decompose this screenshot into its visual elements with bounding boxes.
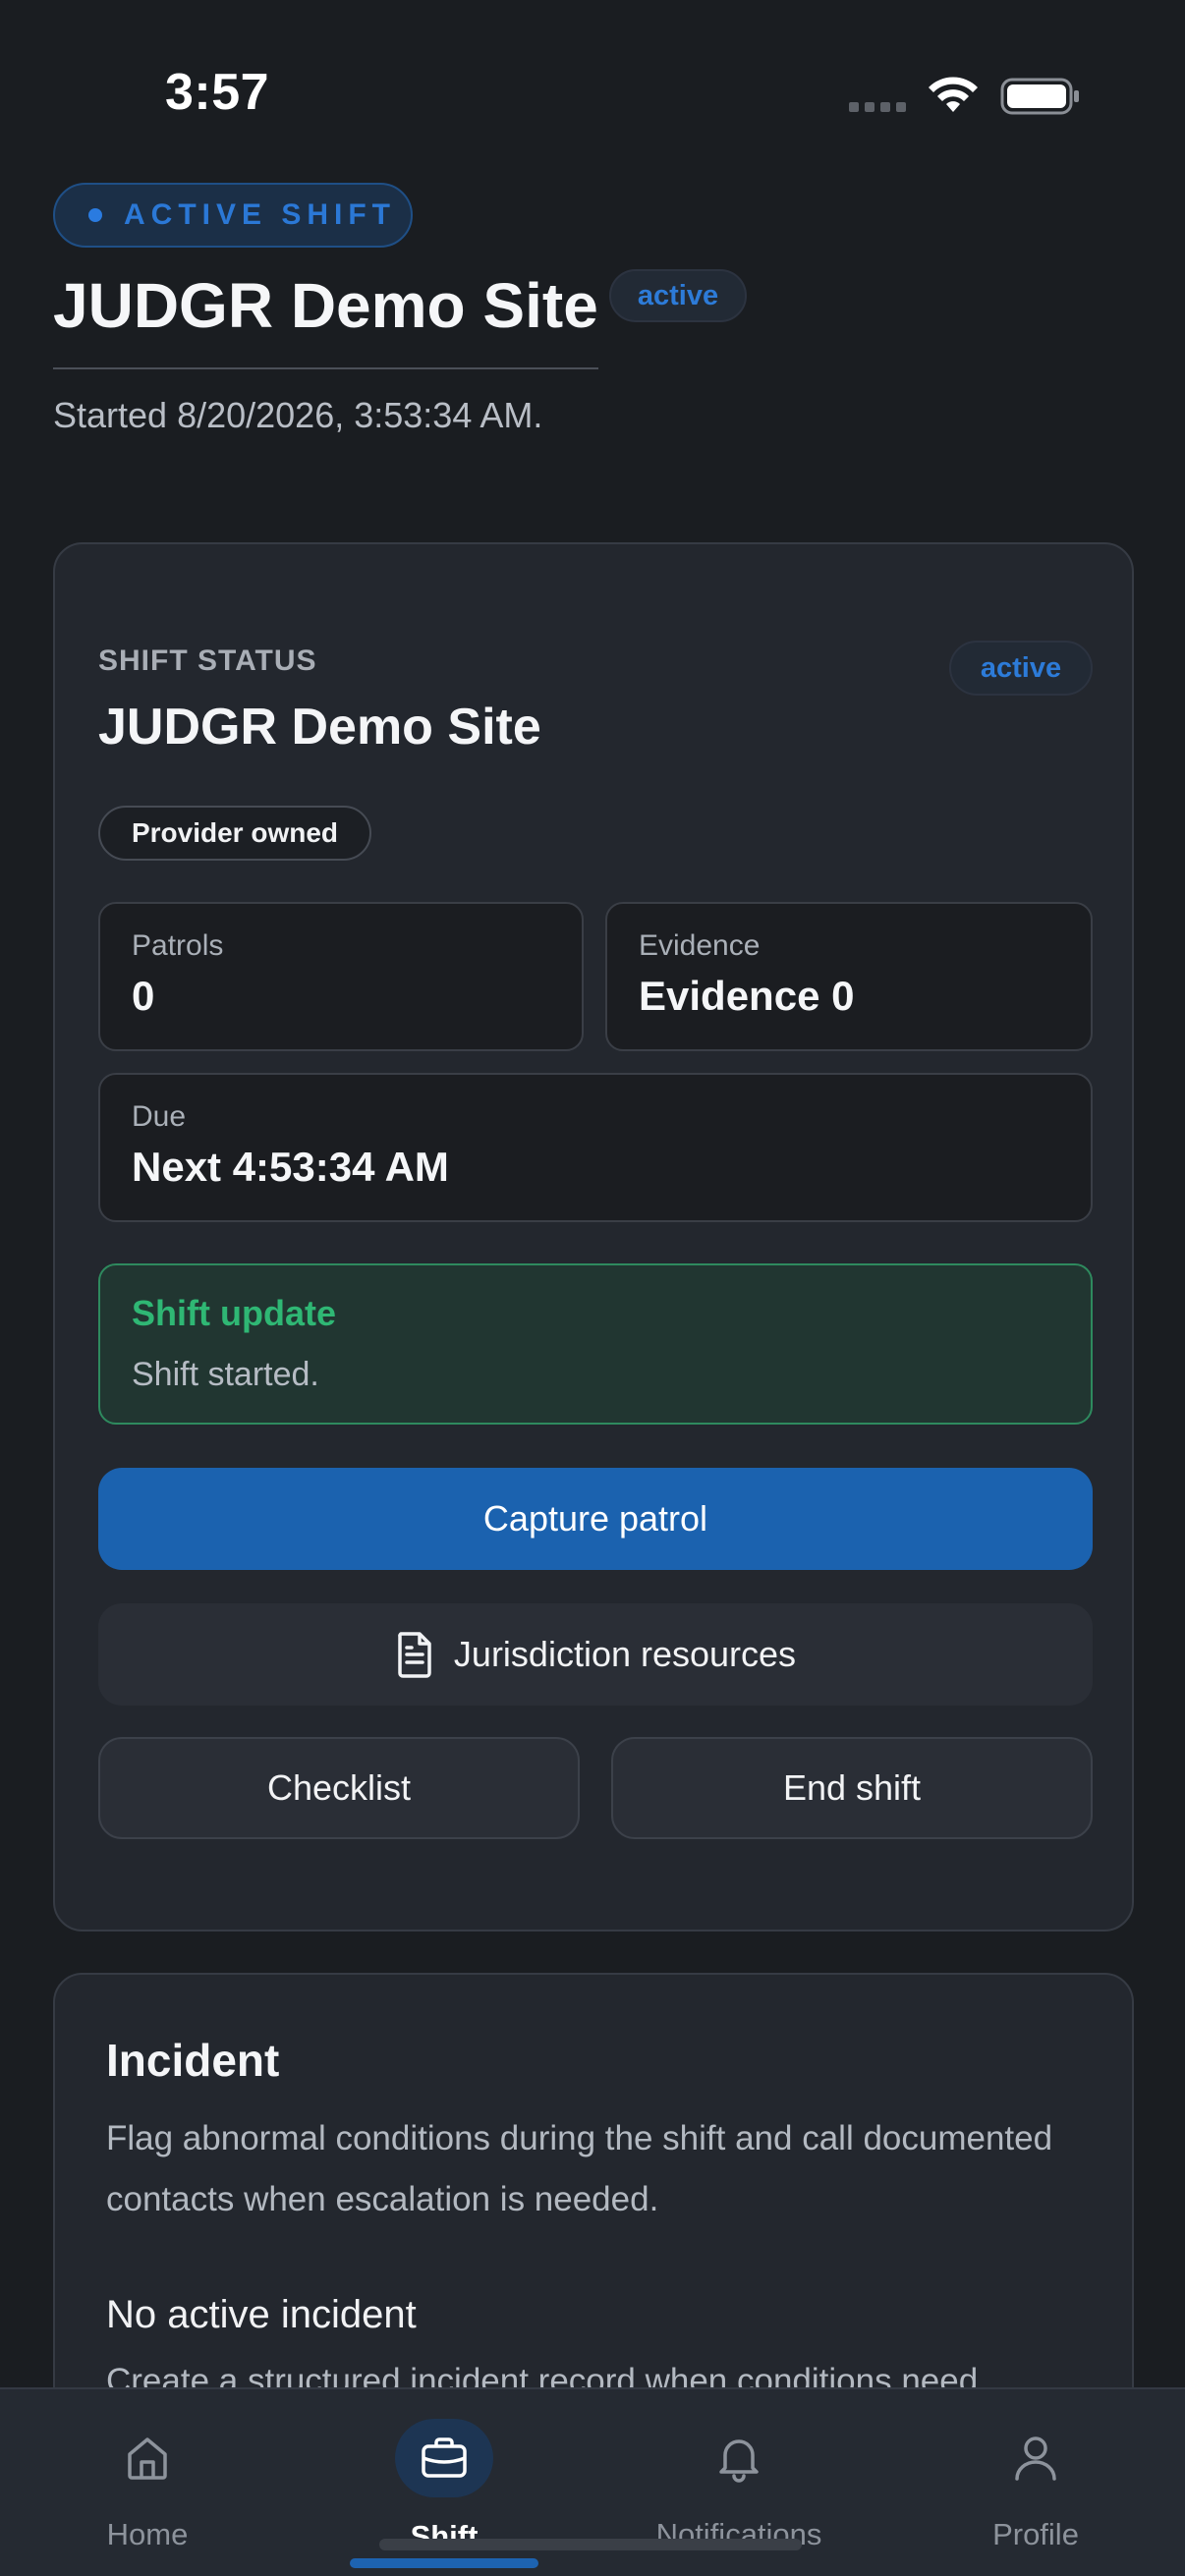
capture-patrol-button[interactable]: Capture patrol — [98, 1468, 1093, 1570]
briefcase-icon — [422, 2437, 467, 2478]
tab-profile-label: Profile — [992, 2517, 1079, 2551]
tab-home[interactable]: Home — [0, 2389, 295, 2576]
evidence-value: Evidence 0 — [639, 973, 855, 1019]
shift-update-banner: Shift update Shift started. — [98, 1263, 1093, 1425]
document-icon — [398, 1632, 431, 1678]
active-shift-label: ACTIVE SHIFT — [124, 198, 397, 231]
tab-profile[interactable]: Profile — [888, 2389, 1183, 2576]
home-icon — [128, 2437, 167, 2480]
active-shift-pill: ACTIVE SHIFT — [53, 183, 413, 248]
shift-update-title: Shift update — [132, 1293, 336, 1333]
status-badge: active — [609, 269, 747, 322]
shift-started-text: Started 8/20/2026, 3:53:34 AM. — [53, 395, 543, 435]
provider-owned-chip: Provider owned — [98, 806, 371, 861]
due-value: Next 4:53:34 AM — [132, 1144, 449, 1190]
patrols-label: Patrols — [132, 929, 224, 962]
site-title: JUDGR Demo Site — [98, 699, 541, 756]
due-label: Due — [132, 1100, 187, 1133]
evidence-stat: Evidence Evidence 0 — [605, 902, 1093, 1051]
shift-status-badge: active — [949, 641, 1093, 696]
active-tab-indicator — [350, 2558, 538, 2568]
due-stat: Due Next 4:53:34 AM — [98, 1073, 1093, 1222]
incident-status-title: No active incident — [106, 2293, 417, 2336]
evidence-label: Evidence — [639, 929, 761, 962]
cellular-signal-icon — [849, 102, 906, 112]
checklist-button[interactable]: Checklist — [98, 1737, 580, 1839]
battery-icon — [1000, 78, 1079, 115]
jurisdiction-resources-label: Jurisdiction resources — [453, 1634, 797, 1674]
end-shift-button[interactable]: End shift — [611, 1737, 1093, 1839]
page-title: JUDGR Demo Site — [53, 269, 598, 369]
home-indicator[interactable] — [379, 2539, 802, 2550]
tab-home-label: Home — [106, 2517, 189, 2551]
shift-status-card: SHIFT STATUS JUDGR Demo Site active Prov… — [53, 542, 1134, 1932]
patrols-value: 0 — [132, 973, 155, 1019]
status-bar: 3:57 — [0, 0, 1185, 147]
shift-screen: 3:57 ACTIVE SHIFT JUDGR Demo Site active… — [0, 0, 1185, 2576]
section-label: SHIFT STATUS — [98, 644, 317, 677]
bell-icon — [719, 2439, 759, 2483]
incident-description: Flag abnormal conditions during the shif… — [106, 2119, 1053, 2218]
wifi-icon — [929, 77, 978, 112]
status-time: 3:57 — [165, 64, 270, 121]
shift-update-text: Shift started. — [132, 1356, 319, 1393]
jurisdiction-resources-button[interactable]: Jurisdiction resources — [98, 1603, 1093, 1706]
profile-icon — [1015, 2436, 1056, 2481]
incident-title: Incident — [106, 2035, 280, 2086]
active-indicator-dot — [88, 208, 102, 222]
patrols-stat: Patrols 0 — [98, 902, 584, 1051]
